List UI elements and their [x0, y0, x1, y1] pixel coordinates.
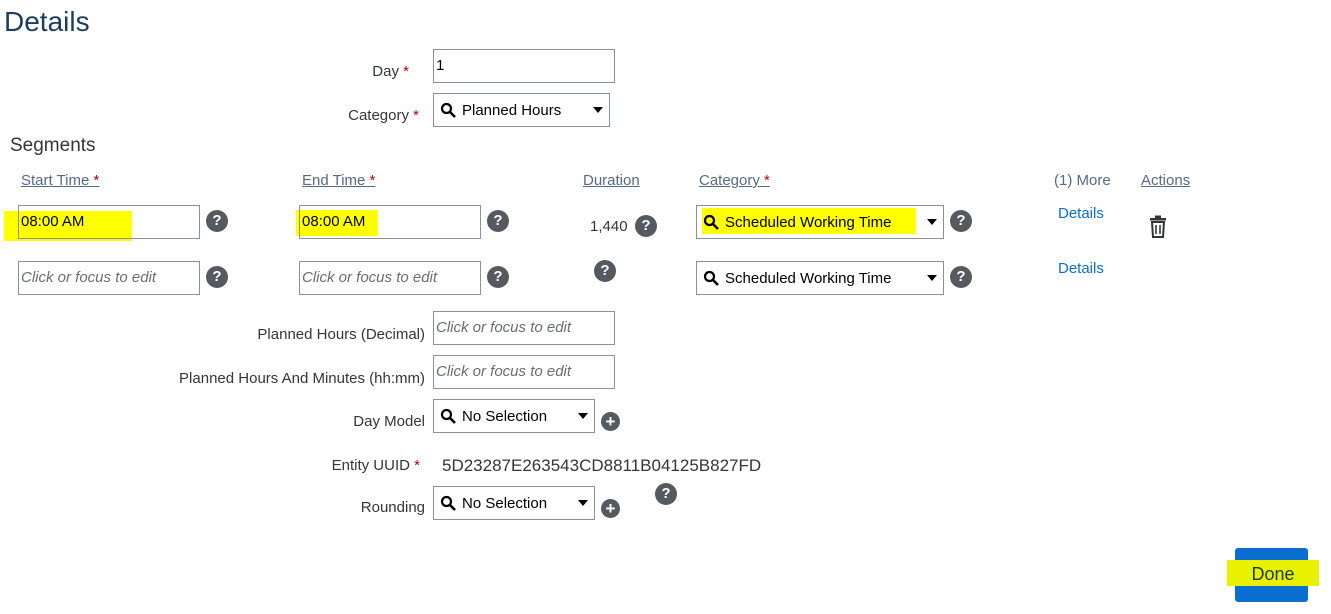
add-icon[interactable]: + [601, 499, 620, 518]
col-end-time-text: End Time [302, 172, 366, 189]
page-title: Details [4, 6, 90, 37]
help-icon[interactable]: ? [206, 266, 228, 288]
start-time-input[interactable]: 08:00 AM [18, 205, 200, 239]
category-label-text: Category [348, 107, 409, 124]
required-marker: * [93, 172, 100, 189]
col-duration[interactable]: Duration [583, 172, 640, 189]
planned-hours-hhmm-label: Planned Hours And Minutes (hh:mm) [179, 370, 425, 387]
entity-uuid-value: 5D23287E263543CD8811B04125B827FD [442, 456, 762, 475]
category-select[interactable]: Planned Hours [433, 93, 610, 127]
done-button-label[interactable]: Done [1227, 560, 1319, 586]
end-time-input[interactable]: 08:00 AM [299, 205, 481, 239]
required-marker: * [413, 107, 419, 124]
segment-category-value: Scheduled Working Time [725, 269, 892, 287]
entity-uuid-label-text: Entity UUID [331, 457, 410, 474]
rounding-select[interactable]: No Selection [433, 486, 595, 520]
chevron-down-icon [578, 500, 588, 506]
search-icon [703, 270, 719, 286]
help-icon[interactable]: ? [487, 210, 509, 232]
day-label-text: Day [372, 63, 399, 80]
chevron-down-icon [927, 275, 937, 281]
day-input[interactable]: 1 [433, 49, 615, 83]
details-link[interactable]: Details [1058, 205, 1104, 222]
chevron-down-icon [593, 107, 603, 113]
help-icon[interactable]: ? [594, 260, 616, 282]
required-marker: * [403, 63, 409, 80]
add-icon[interactable]: + [601, 412, 620, 431]
segment-category-select[interactable]: Scheduled Working Time [696, 261, 944, 295]
required-marker: * [764, 172, 770, 189]
details-link[interactable]: Details [1058, 260, 1104, 277]
planned-hours-hhmm-input[interactable]: Click or focus to edit [433, 355, 615, 389]
day-model-select[interactable]: No Selection [433, 399, 595, 433]
category-select-value: Planned Hours [462, 101, 562, 119]
search-icon [703, 214, 719, 230]
help-icon[interactable]: ? [950, 266, 972, 288]
planned-hours-decimal-input[interactable]: Click or focus to edit [433, 311, 615, 345]
trash-icon[interactable] [1148, 215, 1168, 239]
category-label: Category * [348, 107, 419, 124]
col-start-time[interactable]: Start Time * [21, 172, 99, 189]
col-actions[interactable]: Actions [1141, 172, 1190, 189]
segments-title: Segments [10, 135, 96, 156]
end-time-input[interactable]: Click or focus to edit [299, 261, 481, 295]
chevron-down-icon [578, 413, 588, 419]
day-label: Day * [372, 63, 409, 80]
search-icon [440, 102, 456, 118]
planned-hours-decimal-label: Planned Hours (Decimal) [257, 326, 425, 343]
start-time-input[interactable]: Click or focus to edit [18, 261, 200, 295]
duration-value: 1,440 [590, 218, 628, 235]
rounding-value: No Selection [462, 494, 548, 512]
chevron-down-icon [927, 219, 937, 225]
rounding-label: Rounding [360, 499, 425, 516]
col-category-text: Category [699, 172, 760, 189]
segment-category-value: Scheduled Working Time [725, 213, 892, 231]
help-icon[interactable]: ? [206, 210, 228, 232]
required-marker: * [414, 457, 420, 474]
help-icon[interactable]: ? [950, 210, 972, 232]
help-icon[interactable]: ? [635, 215, 657, 237]
col-more[interactable]: (1) More [1054, 172, 1111, 189]
help-icon[interactable]: ? [487, 266, 509, 288]
col-category[interactable]: Category * [699, 172, 770, 189]
col-end-time[interactable]: End Time * [302, 172, 375, 189]
search-icon [440, 495, 456, 511]
entity-uuid-label: Entity UUID * [332, 457, 420, 474]
segment-category-select[interactable]: Scheduled Working Time [696, 205, 944, 239]
required-marker: * [369, 172, 376, 189]
day-model-label: Day Model [353, 413, 425, 430]
day-model-value: No Selection [462, 407, 548, 425]
col-start-time-text: Start Time [21, 172, 90, 189]
help-icon[interactable]: ? [655, 483, 677, 505]
search-icon [440, 408, 456, 424]
